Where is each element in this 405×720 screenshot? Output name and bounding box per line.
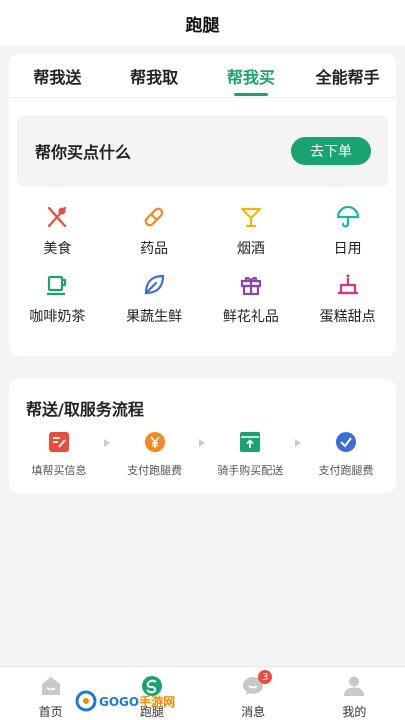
nav-label: 消息 (241, 705, 266, 719)
nav-label: 我的 (342, 705, 367, 719)
place-order-button[interactable]: 去下单 (291, 137, 371, 165)
category-grid: 美食 药品 烟酒 日用 咖啡奶茶 果蔬生鲜 鲜花礼品 蛋糕甜点 (9, 204, 396, 326)
tab-all-helper[interactable]: 全能帮手 (299, 54, 396, 97)
top-header: 跑腿 (0, 0, 405, 46)
coffee-cup-icon (47, 275, 67, 296)
flow-arrow-icon (295, 439, 302, 447)
person-icon (344, 676, 365, 696)
category-label: 日用 (333, 241, 362, 257)
flow-title: 帮送/取服务流程 (26, 400, 144, 419)
tab-deliver[interactable]: 帮我送 (9, 54, 106, 97)
flow-step-pay-final: 支付跑腿费 (304, 431, 388, 478)
gift-icon (240, 276, 261, 296)
pill-icon (144, 207, 164, 227)
watermark-text: GOGO手游网 (99, 694, 176, 709)
category-cake-dessert[interactable]: 蛋糕甜点 (299, 272, 396, 326)
category-label: 蛋糕甜点 (319, 309, 376, 325)
flow-step-pay: 支付跑腿费 (113, 431, 197, 478)
home-icon (41, 677, 60, 695)
umbrella-icon (336, 205, 359, 228)
category-label: 鲜花礼品 (222, 309, 279, 325)
service-flow-card: 帮送/取服务流程 填帮买信息 支付跑腿费 骑手购买配送 支付跑腿费 (9, 379, 396, 493)
category-food[interactable]: 美食 (9, 204, 106, 258)
category-label: 果蔬生鲜 (126, 309, 183, 325)
step-label: 支付跑腿费 (127, 464, 183, 477)
flow-step-fill-info: 填帮买信息 (17, 431, 101, 478)
page-title: 跑腿 (185, 15, 220, 36)
delivery-box-icon (240, 432, 261, 452)
watermark: GOGO手游网 (75, 690, 175, 712)
category-flower-gift[interactable]: 鲜花礼品 (203, 272, 300, 326)
nav-messages[interactable]: 3 消息 (203, 667, 304, 720)
cocktail-icon (240, 207, 261, 228)
service-card: 帮我送 帮我取 帮我买 全能帮手 帮你买点什么 去下单 美食 药品 烟酒 日用 … (9, 54, 396, 356)
step-label: 填帮买信息 (31, 464, 87, 477)
category-label: 烟酒 (236, 241, 265, 257)
buy-prompt-box[interactable]: 帮你买点什么 去下单 (17, 115, 388, 187)
flow-arrow-icon (103, 439, 110, 447)
check-circle-icon (335, 432, 356, 452)
category-medicine[interactable]: 药品 (106, 204, 203, 258)
edit-form-icon (49, 432, 69, 452)
fork-knife-icon (48, 206, 67, 228)
category-label: 药品 (140, 241, 169, 257)
bottom-nav: 首页 跑腿 3 消息 我的 (0, 666, 405, 720)
category-fruit-veg[interactable]: 果蔬生鲜 (106, 272, 203, 326)
step-label: 支付跑腿费 (318, 464, 374, 477)
cake-icon (337, 274, 358, 295)
leaf-icon (145, 274, 165, 295)
nav-label: 首页 (38, 705, 63, 719)
category-label: 咖啡奶茶 (29, 309, 86, 325)
flow-steps: 填帮买信息 支付跑腿费 骑手购买配送 支付跑腿费 (9, 431, 396, 478)
tab-pickup[interactable]: 帮我取 (106, 54, 203, 97)
buy-prompt-text: 帮你买点什么 (35, 143, 132, 162)
service-tabs: 帮我送 帮我取 帮我买 全能帮手 (9, 54, 396, 98)
category-label: 美食 (43, 241, 72, 257)
watermark-logo-icon (75, 690, 97, 712)
flow-step-rider-deliver: 骑手购买配送 (208, 431, 292, 478)
tab-buy[interactable]: 帮我买 (203, 54, 300, 97)
nav-mine[interactable]: 我的 (304, 667, 405, 720)
category-daily[interactable]: 日用 (299, 204, 396, 258)
category-coffee-tea[interactable]: 咖啡奶茶 (9, 272, 106, 326)
category-tobacco-alcohol[interactable]: 烟酒 (203, 204, 300, 258)
message-count-badge: 3 (258, 670, 273, 684)
step-label: 骑手购买配送 (217, 464, 284, 477)
yen-coin-icon (144, 432, 165, 452)
flow-arrow-icon (199, 439, 206, 447)
